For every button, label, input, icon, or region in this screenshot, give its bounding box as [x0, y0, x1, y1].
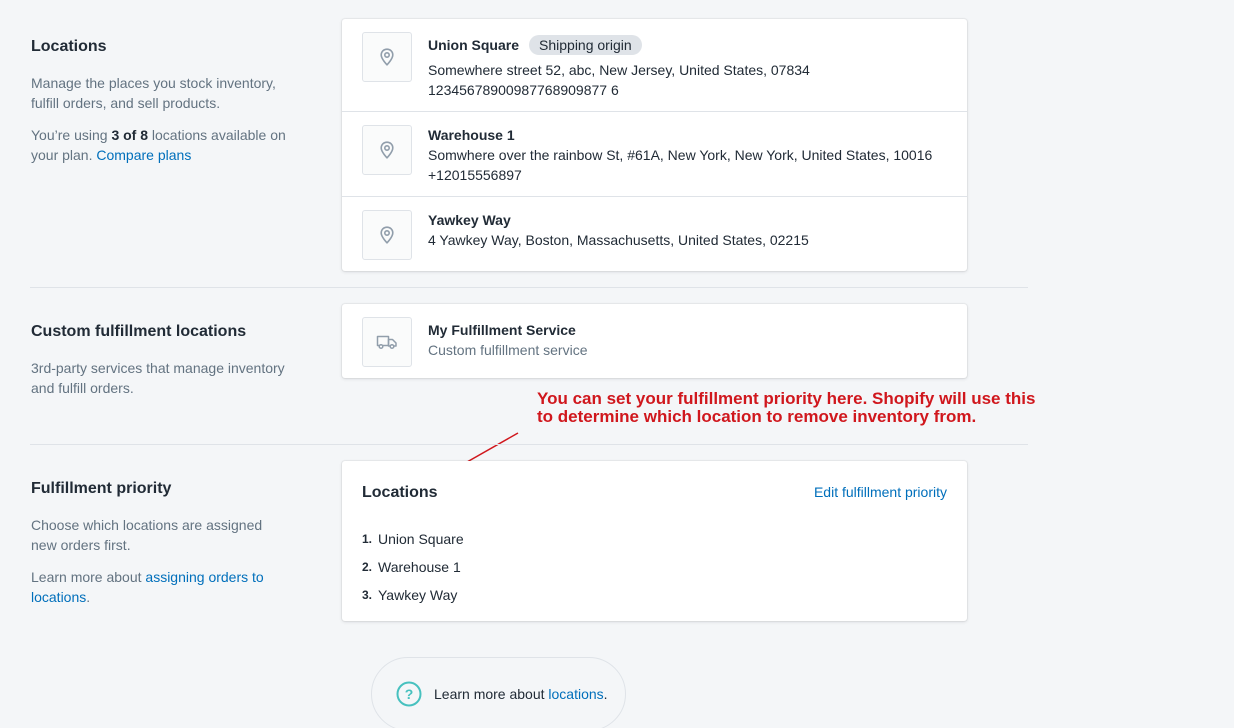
fulfillment-priority-heading: Fulfillment priority: [31, 480, 172, 497]
priority-list-item: 3. Yawkey Way: [362, 581, 464, 609]
fulfillment-service-row[interactable]: My Fulfillment Service Custom fulfillmen…: [342, 304, 967, 378]
annotation-text: You can set your fulfillment priority he…: [537, 389, 1036, 426]
usage-count: 3 of 8: [111, 127, 149, 143]
priority-location-label: Yawkey Way: [378, 587, 458, 603]
location-name: Yawkey Way: [428, 212, 511, 228]
learn-more-prefix: Learn more about: [31, 569, 146, 585]
location-phone: 12345678900987768909877 6: [428, 82, 619, 98]
help-footer: ? Learn more about locations.: [371, 657, 626, 728]
locations-description: Manage the places you stock inventory, f…: [31, 75, 276, 111]
map-pin-icon: [380, 226, 394, 244]
fulfillment-priority-description: Choose which locations are assigned new …: [31, 517, 263, 553]
location-row-union-square[interactable]: Union Square Shipping origin Somewhere s…: [342, 19, 967, 112]
locations-card: Union Square Shipping origin Somewhere s…: [342, 19, 967, 271]
priority-number: 2.: [362, 560, 373, 574]
shipping-origin-badge: Shipping origin: [529, 35, 642, 55]
priority-list: 1. Union Square 2. Warehouse 1 3. Yawkey…: [362, 525, 464, 609]
custom-fulfillment-card: My Fulfillment Service Custom fulfillmen…: [342, 304, 967, 378]
question-circle-icon: ?: [396, 681, 422, 707]
custom-fulfillment-aside: Custom fulfillment locations 3rd-party s…: [31, 320, 291, 398]
priority-list-item: 2. Warehouse 1: [362, 553, 464, 581]
priority-card-title: Locations: [362, 484, 438, 501]
help-prefix: Learn more about: [434, 686, 549, 702]
truck-icon: [376, 335, 397, 350]
location-address: 4 Yawkey Way, Boston, Massachusetts, Uni…: [428, 232, 809, 248]
priority-list-item: 1. Union Square: [362, 525, 464, 553]
priority-number: 1.: [362, 532, 373, 546]
service-thumbnail: [362, 317, 412, 367]
custom-fulfillment-heading: Custom fulfillment locations: [31, 323, 247, 340]
location-address: Somwhere over the rainbow St, #61A, New …: [428, 147, 933, 163]
location-row-yawkey-way[interactable]: Yawkey Way 4 Yawkey Way, Boston, Massach…: [342, 197, 967, 271]
fulfillment-priority-learn-more: Learn more about assigning orders to loc…: [31, 567, 291, 607]
locations-help-link[interactable]: locations: [548, 686, 603, 702]
svg-text:?: ?: [405, 686, 414, 702]
edit-fulfillment-priority-link[interactable]: Edit fulfillment priority: [814, 483, 947, 501]
map-pin-icon: [380, 141, 394, 159]
map-pin-icon: [380, 48, 394, 66]
location-thumbnail: [362, 210, 412, 260]
location-address: Somewhere street 52, abc, New Jersey, Un…: [428, 62, 810, 78]
priority-location-label: Warehouse 1: [378, 559, 461, 575]
locations-usage: You’re using 3 of 8 locations available …: [31, 125, 291, 165]
help-text: Learn more about locations.: [434, 686, 608, 702]
location-thumbnail: [362, 125, 412, 175]
location-row-warehouse-1[interactable]: Warehouse 1 Somwhere over the rainbow St…: [342, 112, 967, 197]
location-name-text: Union Square: [428, 37, 520, 53]
priority-number: 3.: [362, 588, 373, 602]
location-name: Warehouse 1: [428, 127, 515, 143]
location-thumbnail: [362, 32, 412, 82]
locations-heading: Locations: [31, 38, 107, 55]
help-suffix: .: [603, 686, 608, 702]
custom-fulfillment-description: 3rd-party services that manage inventory…: [31, 360, 285, 396]
location-name: Union Square Shipping origin: [428, 35, 947, 55]
section-divider: [30, 444, 1028, 445]
service-type: Custom fulfillment service: [428, 342, 588, 358]
locations-aside: Locations Manage the places you stock in…: [31, 35, 291, 165]
section-divider: [30, 287, 1028, 288]
location-phone: +12015556897: [428, 167, 522, 183]
fulfillment-priority-card: Locations Edit fulfillment priority 1. U…: [342, 461, 967, 621]
fulfillment-priority-aside: Fulfillment priority Choose which locati…: [31, 477, 291, 607]
priority-location-label: Union Square: [378, 531, 464, 547]
learn-more-suffix: .: [86, 589, 91, 605]
usage-prefix: You’re using: [31, 127, 112, 143]
compare-plans-link[interactable]: Compare plans: [96, 147, 191, 163]
service-name: My Fulfillment Service: [428, 322, 576, 338]
